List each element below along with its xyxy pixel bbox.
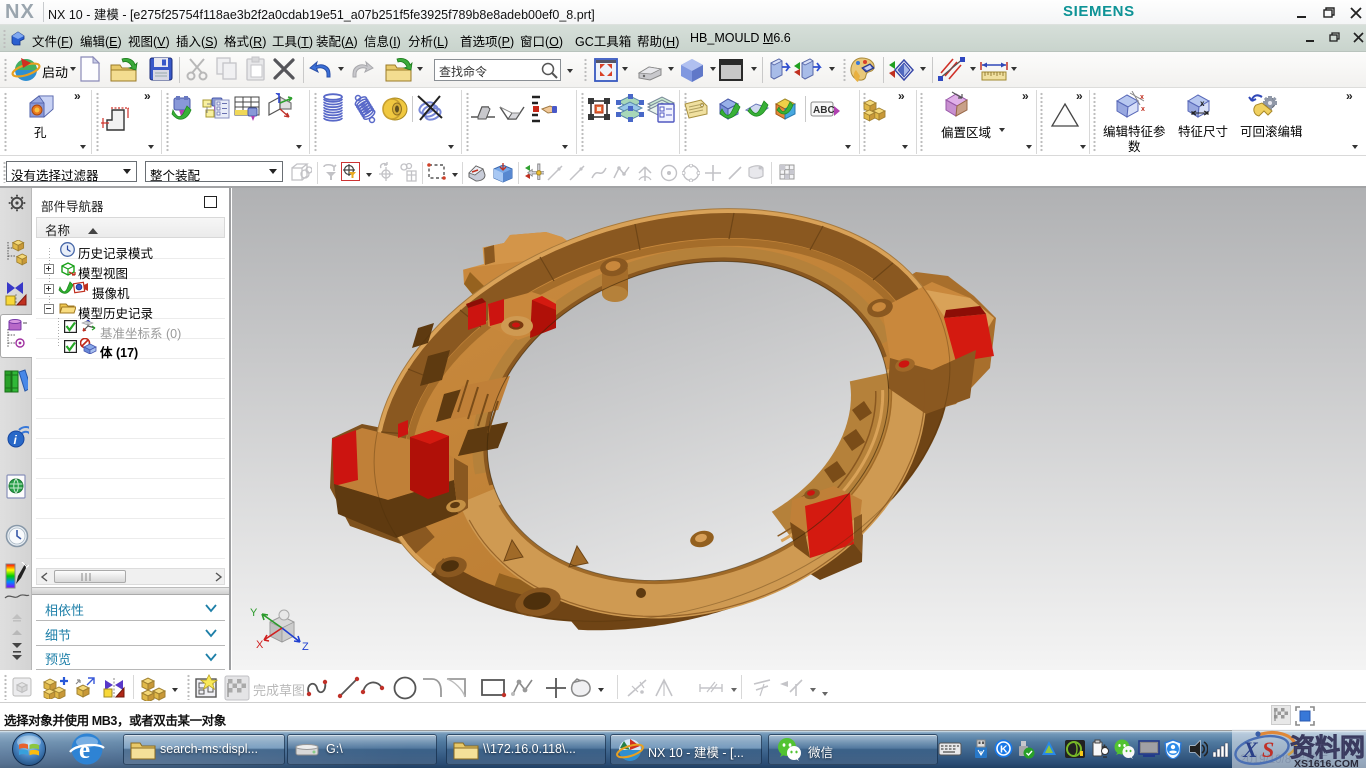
svg-text:XS1616.COM: XS1616.COM <box>1294 758 1359 768</box>
svg-text:x: x <box>1140 94 1144 101</box>
svg-text:X: X <box>1242 737 1259 762</box>
svg-text:ABC: ABC <box>813 105 835 116</box>
svg-text:e: e <box>79 737 90 764</box>
svg-text:Y: Y <box>250 607 258 619</box>
svg-text:Z: Z <box>302 641 309 653</box>
svg-text:x: x <box>1200 99 1205 108</box>
svg-text:x: x <box>1141 106 1145 113</box>
svg-text:S: S <box>1262 737 1274 762</box>
svg-text:X: X <box>256 639 264 651</box>
svg-text:K: K <box>1000 744 1008 756</box>
